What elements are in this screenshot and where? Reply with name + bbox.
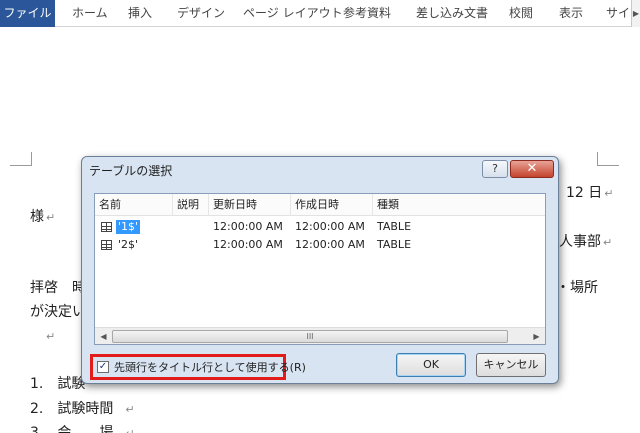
ok-button[interactable]: OK bbox=[396, 353, 466, 377]
doc-line-addressee: 様 ↵ bbox=[30, 209, 56, 225]
tab-page-layout[interactable]: ページ レイアウト bbox=[243, 0, 343, 27]
doc-line-department: 人事部 ↵ bbox=[559, 234, 613, 250]
table-type: TABLE bbox=[377, 220, 412, 233]
column-header-name[interactable]: 名前 bbox=[95, 194, 173, 216]
table-list-header: 名前 説明 更新日時 作成日時 種類 bbox=[95, 194, 545, 216]
tab-file[interactable]: ファイル bbox=[0, 0, 55, 27]
ribbon-scroll-right-icon[interactable]: ▶ bbox=[631, 0, 640, 27]
tab-home[interactable]: ホーム bbox=[72, 0, 108, 27]
ribbon-tab-bar: ファイル ホーム 挿入 デザイン ページ レイアウト 参考資料 差し込み文書 校… bbox=[0, 0, 640, 27]
table-list[interactable]: 名前 説明 更新日時 作成日時 種類 '1$' 12:00:00 AM 12:0… bbox=[94, 193, 546, 345]
paragraph-mark: ↵ bbox=[46, 330, 56, 343]
margin-corner-mark bbox=[597, 152, 619, 166]
table-created: 12:00:00 AM bbox=[295, 238, 365, 251]
scroll-right-icon[interactable]: ▶ bbox=[528, 328, 545, 345]
scroll-left-icon[interactable]: ◀ bbox=[95, 328, 112, 345]
table-icon bbox=[101, 240, 112, 250]
table-type: TABLE bbox=[377, 238, 412, 251]
table-row[interactable]: '1$' 12:00:00 AM 12:00:00 AM TABLE bbox=[95, 218, 545, 236]
help-button[interactable]: ? bbox=[482, 160, 508, 178]
horizontal-scrollbar[interactable]: ◀ III ▶ bbox=[95, 327, 545, 344]
column-header-created[interactable]: 作成日時 bbox=[291, 194, 373, 216]
column-header-modified[interactable]: 更新日時 bbox=[209, 194, 291, 216]
table-name: '1$' bbox=[116, 220, 141, 234]
close-button[interactable]: ✕ bbox=[510, 160, 554, 178]
table-modified: 12:00:00 AM bbox=[213, 238, 283, 251]
tab-insert[interactable]: 挿入 bbox=[128, 0, 152, 27]
select-table-dialog: テーブルの選択 ? ✕ 名前 説明 更新日時 作成日時 種類 '1$' 12:0… bbox=[81, 156, 559, 384]
scroll-thumb[interactable]: III bbox=[112, 330, 508, 343]
first-row-header-label[interactable]: 先頭行をタイトル行として使用する(R) bbox=[114, 359, 306, 375]
cancel-button[interactable]: キャンセル bbox=[476, 353, 546, 377]
table-created: 12:00:00 AM bbox=[295, 220, 365, 233]
table-modified: 12:00:00 AM bbox=[213, 220, 283, 233]
margin-corner-mark bbox=[10, 152, 32, 166]
tab-design[interactable]: デザイン bbox=[177, 0, 225, 27]
table-icon bbox=[101, 222, 112, 232]
column-header-type[interactable]: 種類 bbox=[373, 194, 545, 216]
dialog-title: テーブルの選択 bbox=[89, 164, 173, 178]
doc-line-item-2: 2. 試験時間 ↵ bbox=[30, 401, 135, 417]
tab-view[interactable]: 表示 bbox=[559, 0, 583, 27]
tab-review[interactable]: 校閲 bbox=[509, 0, 533, 27]
first-row-header-option[interactable]: ✓ 先頭行をタイトル行として使用する(R) bbox=[90, 354, 306, 380]
tab-more[interactable]: サイ bbox=[606, 0, 630, 27]
doc-line-place: ・場所 bbox=[556, 280, 598, 296]
doc-line-item-1: 1. 試験 bbox=[30, 376, 86, 392]
table-row[interactable]: '2$' 12:00:00 AM 12:00:00 AM TABLE bbox=[95, 236, 545, 254]
doc-line-greeting: 拝啓 時 bbox=[30, 280, 86, 296]
doc-line-date: 12 日 ↵ bbox=[566, 185, 614, 201]
column-header-description[interactable]: 説明 bbox=[173, 194, 209, 216]
tab-mailings[interactable]: 差し込み文書 bbox=[416, 0, 488, 27]
doc-line-item-3: 3. 会 場↵ bbox=[30, 425, 135, 433]
tab-references[interactable]: 参考資料 bbox=[343, 0, 391, 27]
table-name: '2$' bbox=[118, 238, 139, 251]
first-row-header-checkbox[interactable]: ✓ bbox=[97, 361, 109, 373]
doc-line-decided: が決定い bbox=[30, 304, 86, 320]
